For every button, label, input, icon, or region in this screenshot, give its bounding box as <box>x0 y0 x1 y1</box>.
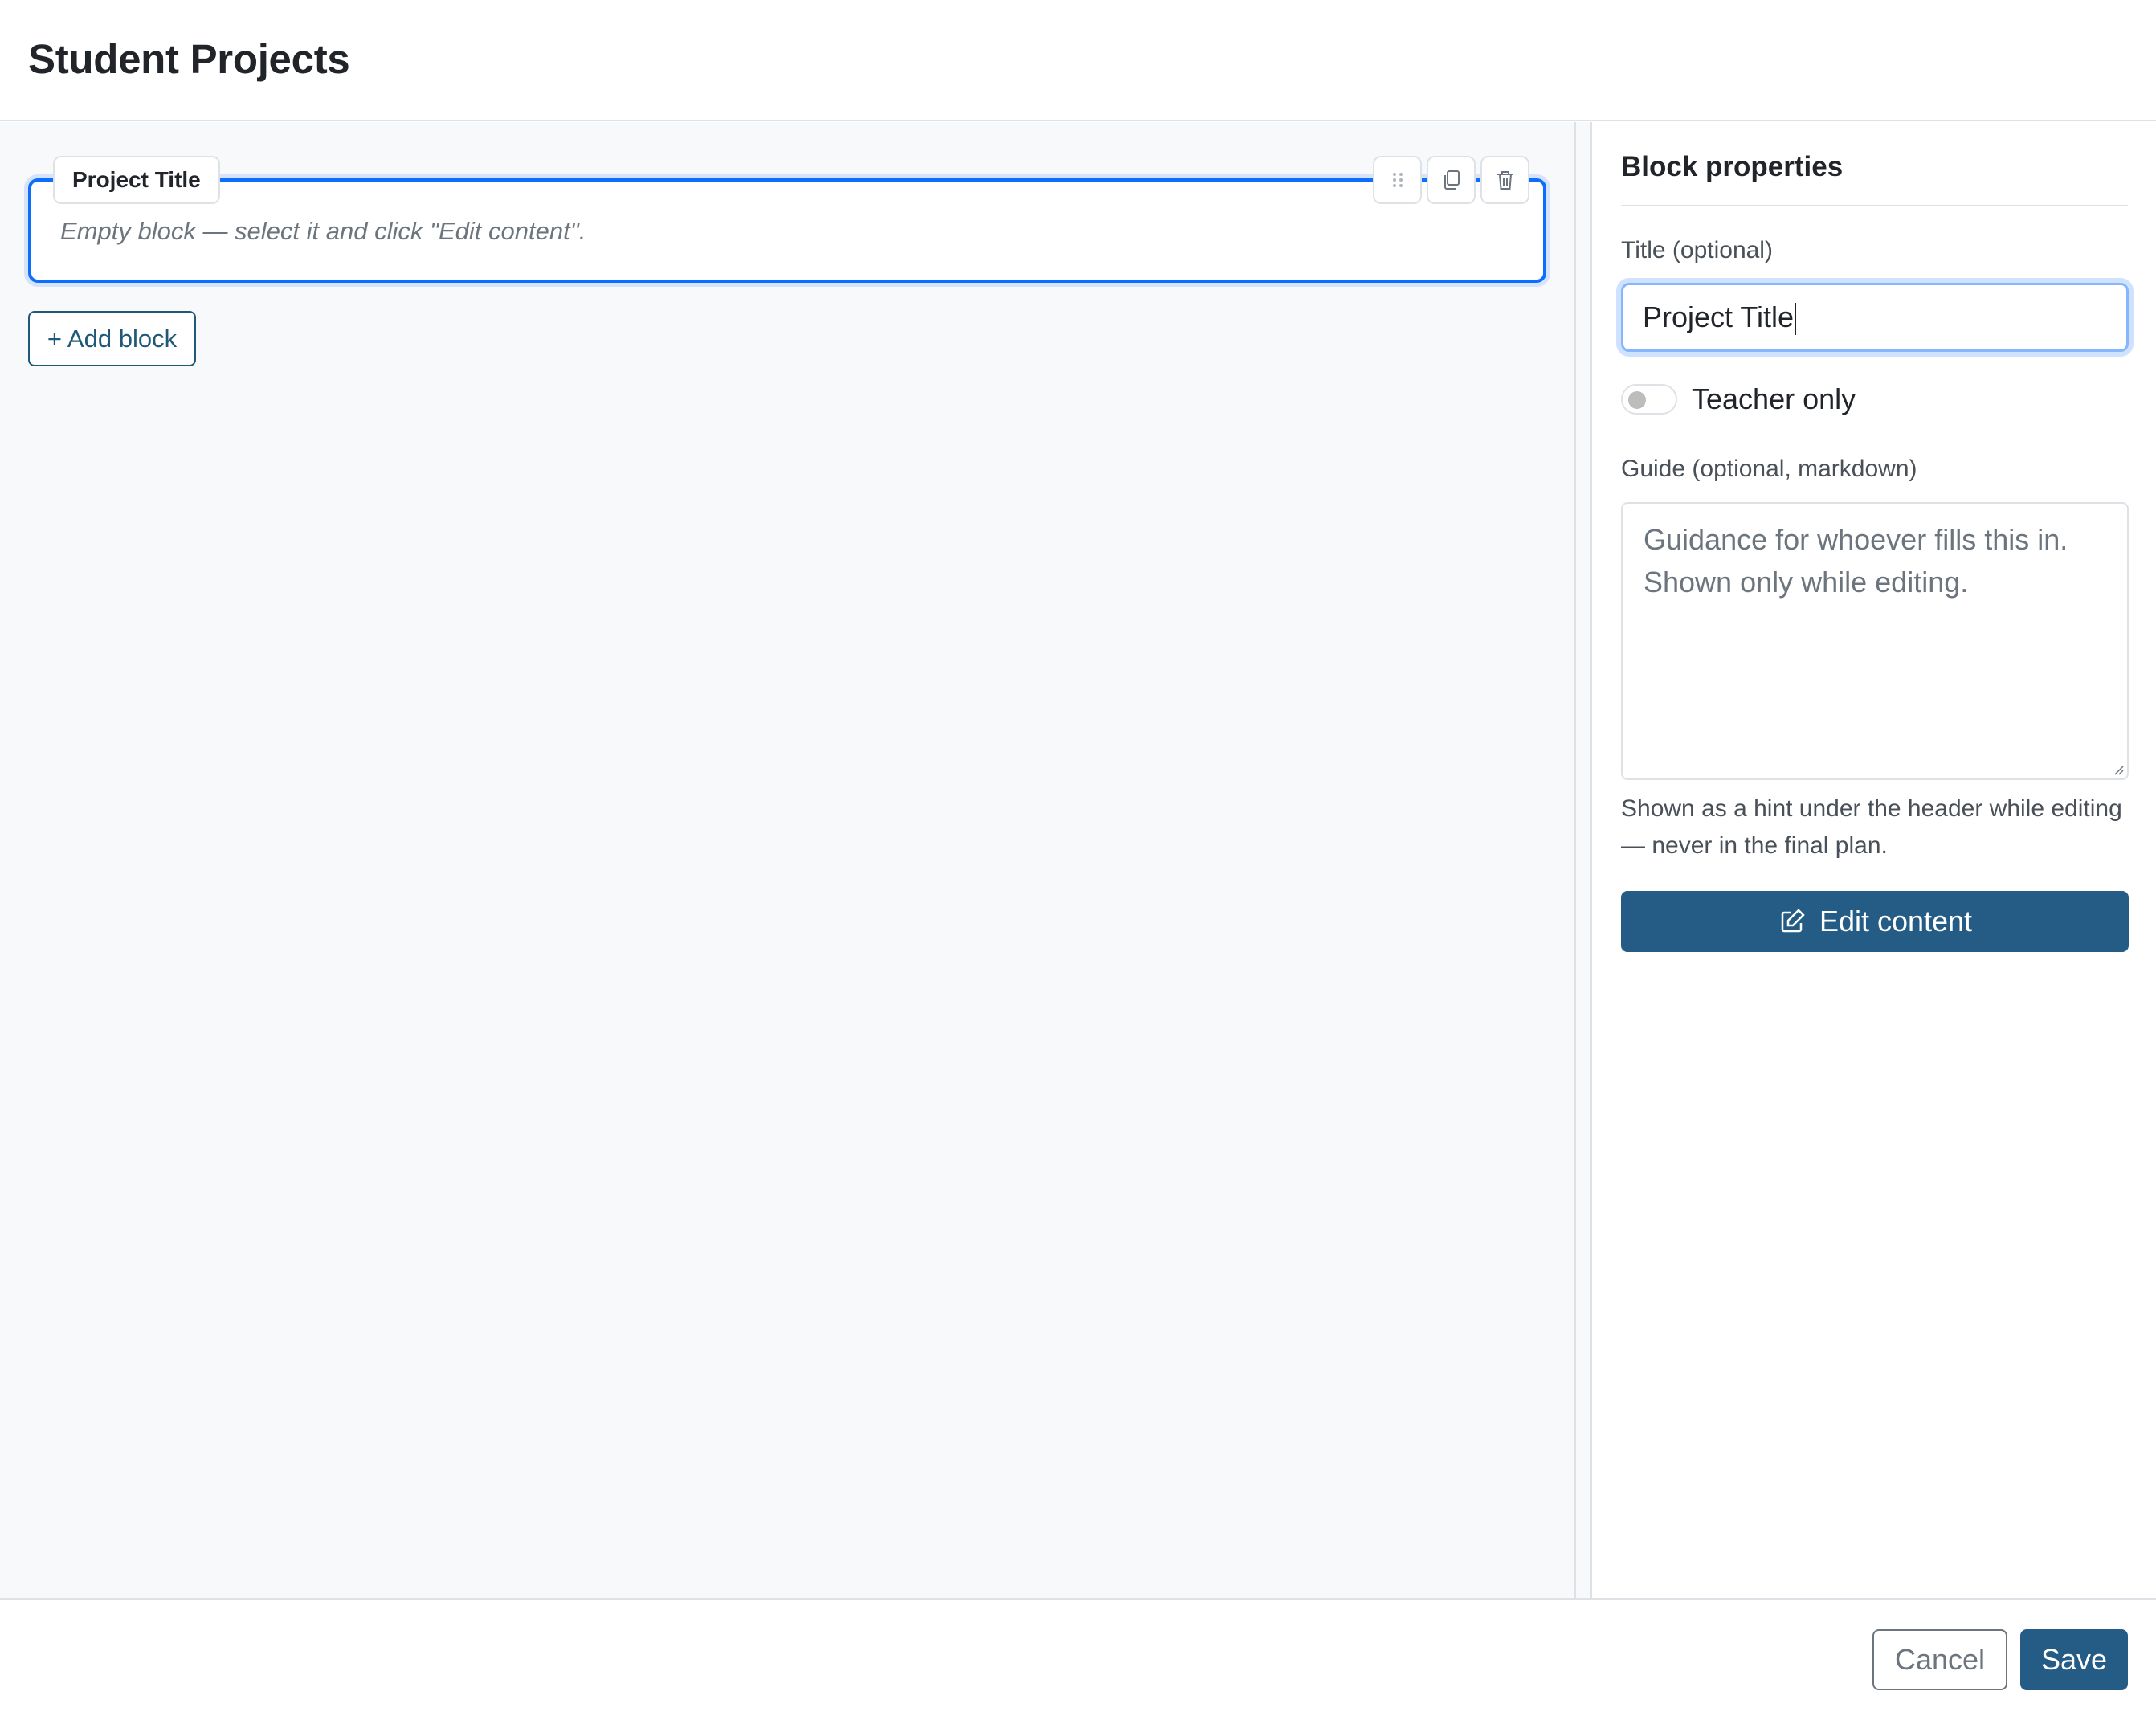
duplicate-block-button[interactable] <box>1427 156 1476 204</box>
page-title: Student Projects <box>28 36 350 82</box>
block-properties-panel: Block properties Title (optional) Projec… <box>1592 122 2156 1598</box>
title-input[interactable]: Project Title <box>1621 283 2129 352</box>
app-window: Student Projects Empty block — select it… <box>0 0 2156 1716</box>
footer-bar: Cancel Save <box>0 1598 2156 1716</box>
save-button[interactable]: Save <box>2020 1629 2128 1690</box>
guide-hint-text: Shown as a hint under the header while e… <box>1621 795 2122 859</box>
text-caret <box>1795 303 1797 336</box>
edit-content-label: Edit content <box>1819 905 1973 938</box>
edit-icon <box>1781 909 1805 933</box>
page-header: Student Projects <box>0 0 2156 121</box>
delete-block-button[interactable] <box>1480 156 1529 204</box>
panel-divider-gap <box>1576 122 1590 1598</box>
copy-icon <box>1443 170 1460 190</box>
edit-content-button[interactable]: Edit content <box>1621 891 2129 952</box>
cancel-button[interactable]: Cancel <box>1872 1629 2007 1690</box>
properties-divider <box>1621 205 2128 206</box>
content-block[interactable]: Empty block — select it and click "Edit … <box>28 178 1546 283</box>
trash-icon <box>1497 171 1513 190</box>
drag-handle-button[interactable] <box>1373 156 1422 204</box>
add-block-button[interactable]: + Add block <box>28 311 196 366</box>
drag-handle-icon <box>1392 173 1403 187</box>
guide-field-label: Guide (optional, markdown) <box>1621 456 1917 482</box>
title-input-value: Project Title <box>1643 300 1795 333</box>
toggle-knob <box>1628 391 1646 409</box>
properties-heading: Block properties <box>1621 151 1844 182</box>
guide-textarea[interactable]: Guidance for whoever fills this in. Show… <box>1621 502 2129 780</box>
block-canvas <box>0 122 1575 1598</box>
teacher-only-toggle[interactable] <box>1621 384 1677 415</box>
guide-placeholder: Guidance for whoever fills this in. Show… <box>1644 523 2068 599</box>
teacher-only-label: Teacher only <box>1692 382 1856 415</box>
block-toolbar <box>1373 156 1529 204</box>
block-title-tab[interactable]: Project Title <box>53 156 220 204</box>
block-empty-text: Empty block — select it and click "Edit … <box>60 217 586 245</box>
resize-grip-icon[interactable] <box>2111 762 2124 775</box>
title-field-label: Title (optional) <box>1621 237 1773 264</box>
